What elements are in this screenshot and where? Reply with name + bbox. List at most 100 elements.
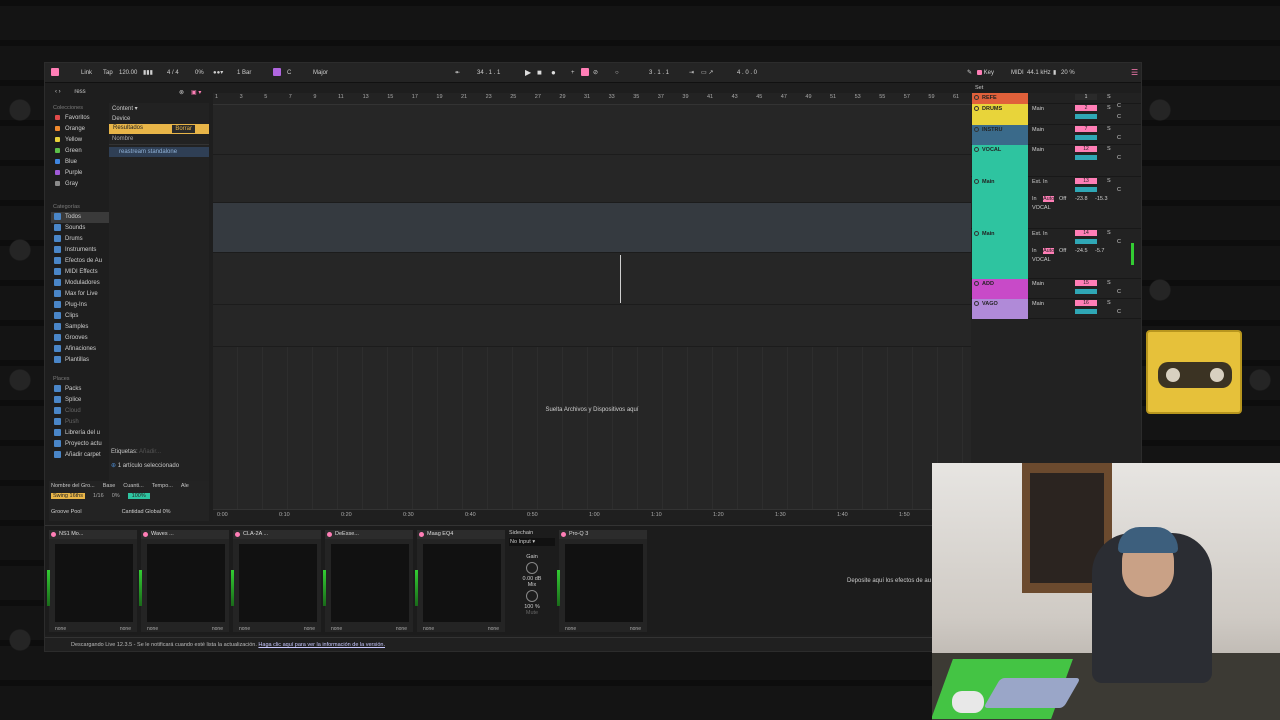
play-button[interactable]: ▶: [525, 63, 531, 83]
cue-button[interactable]: C: [1117, 239, 1121, 245]
track-name-header[interactable]: DRUMS: [972, 104, 1028, 125]
track-routing-select[interactable]: Main: [1032, 301, 1044, 307]
place-item[interactable]: Packs: [51, 384, 109, 395]
cue-button[interactable]: C: [1117, 309, 1121, 315]
result-file-item[interactable]: reastream standalone: [109, 147, 209, 157]
track-name-header[interactable]: VAGO: [972, 299, 1028, 319]
groove-column-header[interactable]: Cuanti...: [123, 483, 143, 489]
global-amount[interactable]: 0%: [163, 509, 171, 515]
follow-icon[interactable]: ●●▾: [213, 63, 223, 83]
stop-button[interactable]: ■: [537, 63, 542, 83]
midi-map-button[interactable]: MIDI: [1011, 63, 1024, 83]
quantize-select[interactable]: 1 Bar: [237, 63, 251, 83]
time-signature-field[interactable]: 4 / 4: [167, 63, 179, 83]
track-row[interactable]: VOCAL Main 12 S C: [971, 145, 1141, 177]
track-number[interactable]: 2: [1075, 105, 1097, 111]
solo-button[interactable]: S: [1107, 230, 1111, 236]
loop-start-field[interactable]: 3 . 1 . 1: [649, 63, 669, 83]
track-arm-icon[interactable]: [974, 147, 979, 152]
device-plugin-window[interactable]: [331, 544, 409, 622]
plugin-device[interactable]: Maag EQ4 none none: [415, 530, 505, 632]
category-item[interactable]: Max for Live: [51, 289, 109, 300]
punch-icon[interactable]: ▭ ↗: [701, 63, 713, 83]
device-footer-right[interactable]: none: [396, 626, 407, 632]
app-menu-icon[interactable]: [51, 63, 59, 83]
device-title-bar[interactable]: NS1 Mo...: [49, 530, 137, 539]
track-arm-icon[interactable]: [974, 127, 979, 132]
gain-knob[interactable]: [526, 562, 538, 574]
collection-item[interactable]: Blue: [51, 157, 109, 168]
collection-item[interactable]: Orange: [51, 124, 109, 135]
cue-button[interactable]: C: [1117, 187, 1121, 193]
collection-item[interactable]: Purple: [51, 168, 109, 179]
device-plugin-window[interactable]: [55, 544, 133, 622]
place-item[interactable]: Splice: [51, 395, 109, 406]
solo-button[interactable]: S: [1107, 105, 1111, 111]
groove-quant[interactable]: 0%: [112, 493, 120, 499]
track-arm-icon[interactable]: [974, 106, 979, 111]
track-pan[interactable]: [1075, 187, 1097, 192]
track-row[interactable]: Main Ext. In 14 S C VOCAL In Auto Off -24.5 -5.7: [971, 229, 1141, 279]
category-item[interactable]: Plantillas: [51, 355, 109, 366]
category-item[interactable]: Sounds: [51, 223, 109, 234]
device-title-bar[interactable]: Waves ...: [141, 530, 229, 539]
clear-results-button[interactable]: Borrar: [172, 125, 195, 133]
track-lane-drums[interactable]: [213, 155, 971, 203]
arrangement-position[interactable]: 34 . 1 . 1: [477, 63, 500, 83]
category-item[interactable]: MIDI Effects: [51, 267, 109, 278]
track-lane-refe[interactable]: [213, 105, 971, 155]
tempo-field[interactable]: 120.00: [119, 63, 137, 83]
collection-item[interactable]: Favoritos: [51, 113, 109, 124]
cue-button[interactable]: C: [1117, 289, 1121, 295]
monitor-in[interactable]: In: [1032, 248, 1037, 254]
track-lane-main-1[interactable]: [213, 253, 971, 305]
key-map-button[interactable]: Key: [977, 63, 994, 83]
overdub-icon[interactable]: +: [571, 63, 575, 83]
loop-icon[interactable]: ○: [615, 63, 619, 83]
scale-select[interactable]: Major: [313, 63, 328, 83]
device-footer-right[interactable]: none: [488, 626, 499, 632]
track-name-header[interactable]: Main: [972, 177, 1028, 229]
bar-ruler[interactable]: 1 3 5 7 9 11 13 15 17 19 21 23 25 27 29 31 33 35 37 39 41 43 4…: [213, 93, 971, 105]
track-number[interactable]: 1: [1075, 94, 1097, 100]
plugin-device[interactable]: Pro-Q 3 none none: [557, 530, 647, 632]
monitor-off[interactable]: Off: [1059, 196, 1066, 202]
device-title-bar[interactable]: Pro-Q 3: [559, 530, 647, 539]
category-item[interactable]: Todos: [51, 212, 109, 223]
track-arm-icon[interactable]: [974, 179, 979, 184]
category-item[interactable]: Clips: [51, 311, 109, 322]
cue-button[interactable]: C: [1117, 135, 1121, 141]
device-footer-left[interactable]: none: [55, 626, 66, 632]
solo-button[interactable]: S: [1107, 94, 1111, 100]
track-pan[interactable]: [1075, 239, 1097, 244]
category-item[interactable]: Grooves: [51, 333, 109, 344]
track-arm-icon[interactable]: [974, 95, 979, 100]
device-title-bar[interactable]: Maag EQ4: [417, 530, 505, 539]
category-item[interactable]: Drums: [51, 234, 109, 245]
arrangement-position-icon[interactable]: ↞: [455, 63, 460, 83]
device-footer-left[interactable]: none: [423, 626, 434, 632]
device-power-icon[interactable]: [561, 532, 566, 537]
place-item[interactable]: Cloud: [51, 406, 109, 417]
groove-column-header[interactable]: Tempo...: [152, 483, 173, 489]
device-power-icon[interactable]: [419, 532, 424, 537]
category-item[interactable]: Efectos de Au: [51, 256, 109, 267]
track-pan[interactable]: [1075, 114, 1097, 119]
solo-button[interactable]: S: [1107, 300, 1111, 306]
plugin-device[interactable]: NS1 Mo... none none: [47, 530, 137, 632]
device-footer-left[interactable]: none: [147, 626, 158, 632]
track-routing-select[interactable]: Ext. In: [1032, 231, 1048, 237]
loop-length-field[interactable]: 4 . 0 . 0: [737, 63, 757, 83]
tags-input[interactable]: Añadir...: [139, 449, 161, 455]
track-routing-select[interactable]: Main: [1032, 127, 1044, 133]
monitor-auto[interactable]: Auto: [1043, 248, 1055, 254]
track-routing-select[interactable]: Main: [1032, 281, 1044, 287]
solo-button[interactable]: S: [1107, 178, 1111, 184]
category-item[interactable]: Samples: [51, 322, 109, 333]
track-input-channel[interactable]: VOCAL: [1032, 205, 1051, 211]
track-lane-main-2[interactable]: [213, 305, 971, 347]
clear-search-icon[interactable]: ⊗: [179, 89, 184, 96]
device-footer-left[interactable]: none: [239, 626, 250, 632]
track-number[interactable]: 14: [1075, 230, 1097, 236]
plugin-device[interactable]: DeEsse... none none: [323, 530, 413, 632]
